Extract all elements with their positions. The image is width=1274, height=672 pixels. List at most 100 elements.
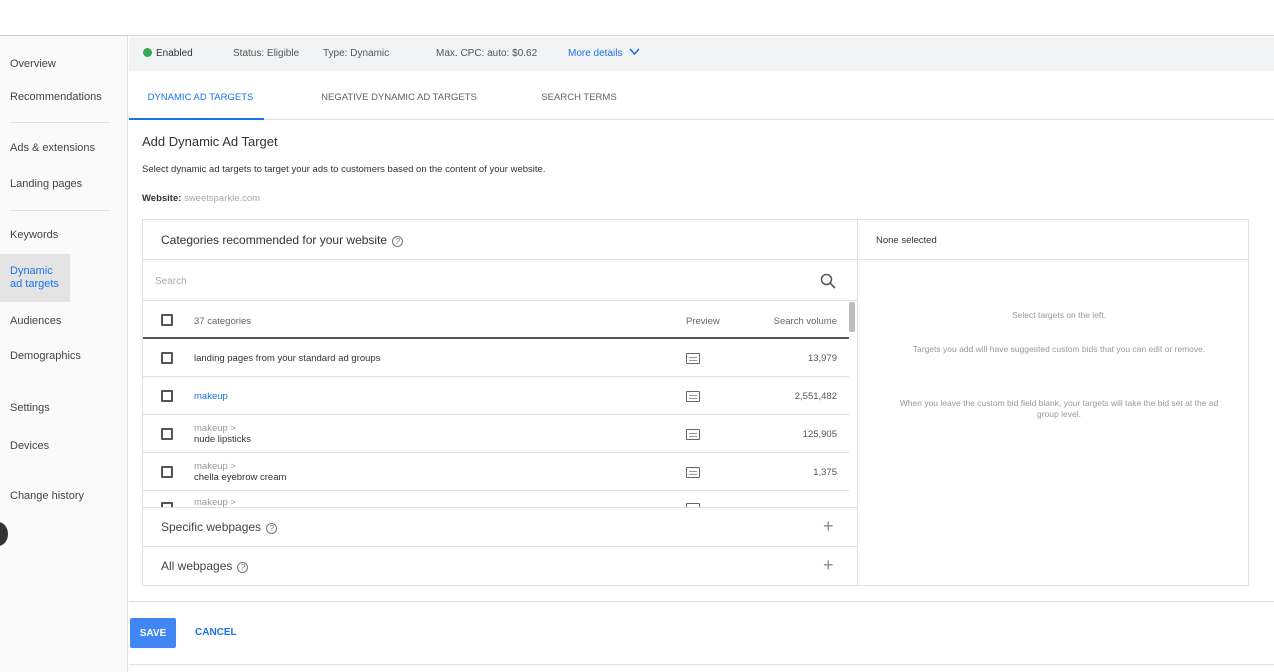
sidebar-item-keywords[interactable]: Keywords bbox=[0, 229, 127, 242]
sidebar-item-landing-pages[interactable]: Landing pages bbox=[0, 178, 127, 191]
specific-webpages-label: Specific webpages? bbox=[161, 520, 278, 534]
search-volume-column-header[interactable]: Search volume bbox=[774, 316, 837, 327]
category-label: makeup > bbox=[194, 497, 236, 507]
tab-dynamic-ad-targets[interactable]: DYNAMIC AD TARGETS bbox=[129, 80, 264, 120]
tab-label: NEGATIVE DYNAMIC AD TARGETS bbox=[321, 92, 477, 103]
selection-hint: Targets you add will have suggested cust… bbox=[912, 344, 1206, 354]
all-webpages-label: All webpages? bbox=[161, 559, 249, 573]
help-icon[interactable]: ? bbox=[237, 562, 249, 573]
sidebar-item-label: Landing pages bbox=[10, 178, 83, 190]
select-all-checkbox[interactable] bbox=[161, 314, 173, 326]
row-checkbox[interactable] bbox=[161, 352, 173, 364]
sidebar-item-settings[interactable]: Settings bbox=[0, 402, 127, 415]
sidebar-item-label: Keywords bbox=[10, 229, 59, 241]
specific-webpages-text: Specific webpages bbox=[161, 520, 262, 534]
preview-column-header: Preview bbox=[686, 316, 720, 327]
tab-bar: DYNAMIC AD TARGETS NEGATIVE DYNAMIC AD T… bbox=[129, 80, 1274, 120]
sidebar-item-dynamic-ad-targets[interactable]: Dynamic ad targets bbox=[0, 254, 70, 302]
sidebar-nav: Overview Recommendations Ads & extension… bbox=[0, 36, 128, 672]
plus-icon[interactable]: + bbox=[823, 555, 834, 576]
sidebar-divider bbox=[10, 210, 110, 211]
row-checkbox[interactable] bbox=[161, 466, 173, 478]
sidebar-item-label: Dynamic ad targets bbox=[10, 265, 59, 290]
all-webpages-text: All webpages bbox=[161, 559, 233, 573]
selection-hint: Select targets on the left. bbox=[1011, 310, 1107, 320]
categories-table: 37 categories Preview Search volume land… bbox=[143, 302, 849, 507]
table-row[interactable]: makeup > nude lipsticks 125,905 bbox=[143, 416, 849, 453]
table-header: 37 categories Preview Search volume bbox=[143, 302, 849, 339]
cancel-button[interactable]: CANCEL bbox=[195, 618, 237, 648]
search-input[interactable] bbox=[155, 269, 795, 293]
row-checkbox[interactable] bbox=[161, 428, 173, 440]
table-row[interactable]: landing pages from your standard ad grou… bbox=[143, 340, 849, 377]
category-label: makeup > nude lipsticks bbox=[194, 423, 251, 445]
table-scrollbar-thumb[interactable] bbox=[849, 302, 855, 332]
categories-heading-text: Categories recommended for your website bbox=[161, 233, 388, 247]
plus-icon[interactable]: + bbox=[823, 516, 834, 537]
sidebar-item-devices[interactable]: Devices bbox=[0, 440, 127, 453]
sidebar-item-label: Settings bbox=[10, 402, 50, 414]
divider bbox=[129, 664, 1274, 665]
search-volume: 13,979 bbox=[807, 353, 837, 364]
selection-header: None selected bbox=[859, 220, 1248, 260]
specific-webpages-row[interactable]: Specific webpages? + bbox=[143, 507, 858, 546]
sidebar-item-demographics[interactable]: Demographics bbox=[0, 350, 127, 363]
sidebar-item-ads-extensions[interactable]: Ads & extensions bbox=[0, 142, 127, 155]
category-label[interactable]: makeup bbox=[194, 391, 228, 402]
table-row[interactable]: makeup 2,551,482 bbox=[143, 378, 849, 415]
form-footer: SAVE CANCEL bbox=[129, 601, 1274, 663]
top-bar bbox=[0, 0, 1274, 36]
tab-label: DYNAMIC AD TARGETS bbox=[147, 92, 254, 103]
selection-title: None selected bbox=[876, 235, 937, 246]
category-parent: makeup > bbox=[194, 461, 236, 472]
category-name: chella eyebrow cream bbox=[194, 472, 287, 483]
all-webpages-row[interactable]: All webpages? + bbox=[143, 546, 858, 585]
help-icon[interactable]: ? bbox=[392, 236, 404, 247]
category-label: landing pages from your standard ad grou… bbox=[194, 353, 381, 364]
search-volume: 1,375 bbox=[813, 467, 837, 478]
enabled-status[interactable]: Enabled bbox=[143, 48, 193, 59]
enabled-dot-icon bbox=[143, 48, 152, 57]
website-value: sweetsparkle.com bbox=[184, 193, 261, 204]
website-label: Website: bbox=[142, 193, 182, 204]
categories-pane: Categories recommended for your website?… bbox=[143, 220, 858, 585]
eligibility-status: Status: Eligible bbox=[233, 48, 300, 59]
sidebar-divider bbox=[10, 122, 110, 123]
sidebar-item-label: Overview bbox=[10, 58, 56, 70]
sidebar-item-label: Ads & extensions bbox=[10, 142, 95, 154]
chevron-down-icon bbox=[629, 48, 640, 56]
preview-icon[interactable] bbox=[686, 353, 700, 364]
sidebar-item-label: Audiences bbox=[10, 315, 62, 327]
table-row[interactable]: makeup > bbox=[143, 492, 849, 507]
tab-search-terms[interactable]: SEARCH TERMS bbox=[534, 80, 624, 120]
sidebar-item-audiences[interactable]: Audiences bbox=[0, 315, 127, 328]
categories-heading: Categories recommended for your website? bbox=[161, 233, 404, 247]
target-panel: Categories recommended for your website?… bbox=[142, 219, 1249, 586]
table-row[interactable]: makeup > chella eyebrow cream 1,375 bbox=[143, 454, 849, 491]
sidebar-item-recommendations[interactable]: Recommendations bbox=[0, 91, 127, 104]
search-icon[interactable] bbox=[819, 272, 837, 290]
search-volume: 125,905 bbox=[802, 429, 837, 440]
sidebar-item-label: Recommendations bbox=[10, 91, 102, 103]
campaign-type: Type: Dynamic bbox=[323, 48, 390, 59]
more-details-link[interactable]: More details bbox=[568, 48, 640, 59]
sidebar-item-overview[interactable]: Overview bbox=[0, 58, 127, 71]
sidebar-item-label: Demographics bbox=[10, 350, 81, 362]
page-description: Select dynamic ad targets to target your… bbox=[142, 164, 546, 175]
category-name: nude lipsticks bbox=[194, 434, 252, 445]
preview-icon[interactable] bbox=[686, 429, 700, 440]
category-parent: makeup > bbox=[194, 423, 236, 434]
help-icon[interactable]: ? bbox=[266, 523, 278, 534]
preview-icon[interactable] bbox=[686, 391, 700, 402]
sidebar-item-change-history[interactable]: Change history bbox=[0, 490, 127, 503]
save-button[interactable]: SAVE bbox=[130, 618, 176, 648]
category-parent: makeup > bbox=[194, 497, 236, 507]
preview-icon[interactable] bbox=[686, 467, 700, 478]
category-search bbox=[143, 261, 858, 301]
category-label: makeup > chella eyebrow cream bbox=[194, 461, 286, 483]
tab-negative-dynamic-ad-targets[interactable]: NEGATIVE DYNAMIC AD TARGETS bbox=[304, 80, 494, 120]
tab-label: SEARCH TERMS bbox=[541, 92, 617, 103]
row-checkbox[interactable] bbox=[161, 390, 173, 402]
campaign-status-bar: Enabled Status: Eligible Type: Dynamic M… bbox=[129, 37, 1274, 71]
sidebar-item-label: Change history bbox=[10, 490, 84, 502]
